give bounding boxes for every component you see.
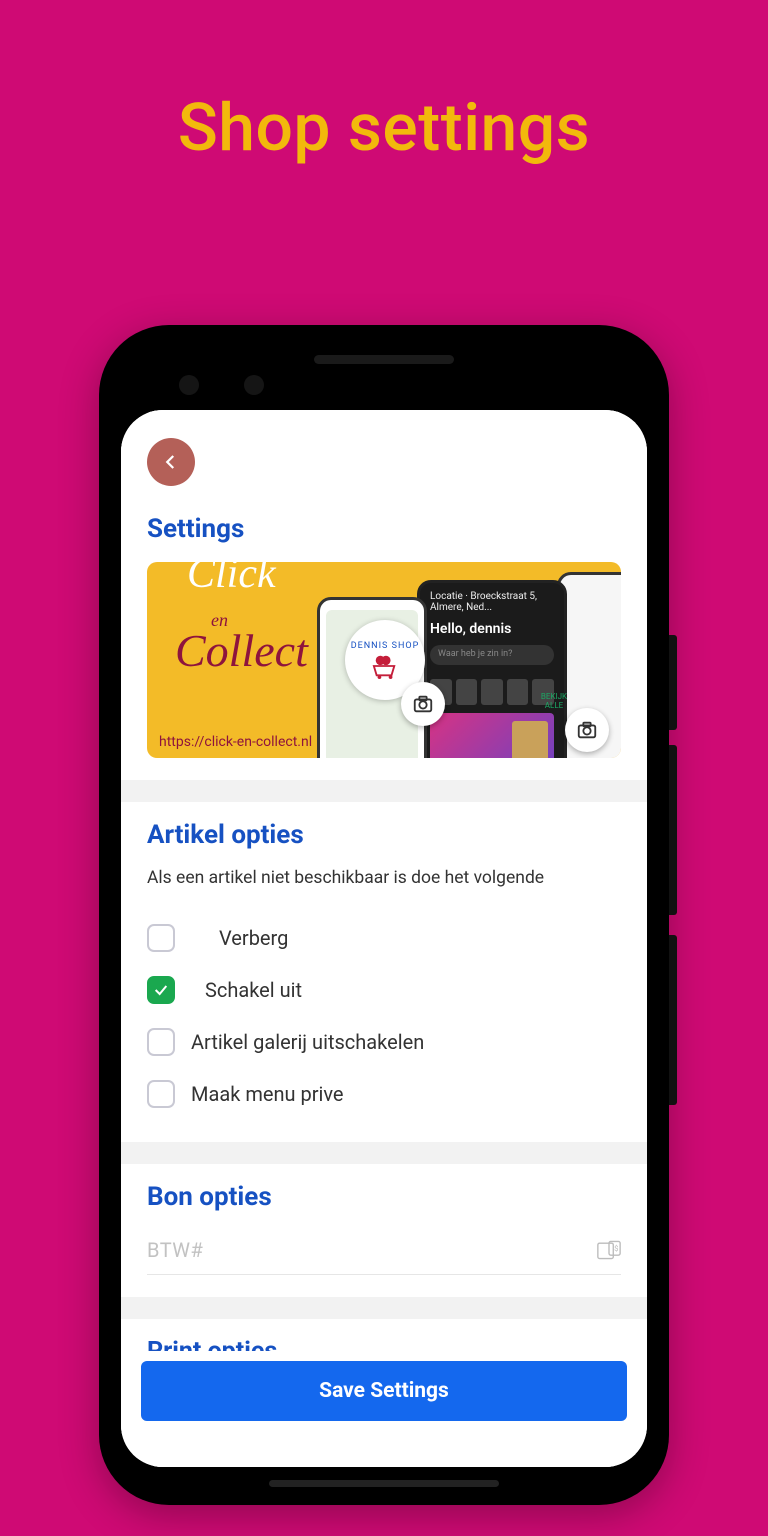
banner-url: https://click-en-collect.nl bbox=[159, 734, 312, 750]
shop-logo-text: DENNIS SHOP bbox=[351, 641, 420, 651]
banner-word-click: Click bbox=[187, 562, 276, 598]
checkbox[interactable] bbox=[147, 1028, 175, 1056]
option-label: Artikel galerij uitschakelen bbox=[191, 1030, 424, 1054]
phone-screen: Settings Click en Collect https://click-… bbox=[121, 410, 647, 1467]
page-title: Shop settings bbox=[0, 0, 768, 167]
btw-placeholder: BTW# bbox=[147, 1238, 597, 1262]
bon-opties-heading: Bon opties bbox=[147, 1182, 621, 1212]
camera-icon bbox=[576, 719, 598, 741]
phone-side-button bbox=[669, 745, 677, 915]
shopping-cart-icon bbox=[370, 653, 400, 679]
checkbox[interactable] bbox=[147, 924, 175, 952]
change-banner-button[interactable] bbox=[565, 708, 609, 752]
scroll-content[interactable]: Settings Click en Collect https://click-… bbox=[121, 410, 647, 1467]
option-menu-prive[interactable]: Maak menu prive bbox=[147, 1068, 621, 1120]
option-verberg[interactable]: Verberg bbox=[147, 912, 621, 964]
mock-hello-text: Hello, dennis bbox=[420, 621, 564, 637]
phone-camera bbox=[179, 375, 199, 395]
back-button[interactable] bbox=[147, 438, 195, 486]
shop-banner[interactable]: Click en Collect https://click-en-collec… bbox=[147, 562, 621, 758]
check-icon bbox=[153, 982, 169, 998]
settings-header-card: Settings Click en Collect https://click-… bbox=[121, 410, 647, 780]
artikel-opties-heading: Artikel opties bbox=[147, 820, 621, 850]
phone-side-button bbox=[669, 635, 677, 730]
option-label: Verberg bbox=[219, 926, 288, 950]
option-schakel-uit[interactable]: Schakel uit bbox=[147, 964, 621, 1016]
save-settings-button[interactable]: Save Settings bbox=[141, 1361, 627, 1421]
option-galerij-uitschakelen[interactable]: Artikel galerij uitschakelen bbox=[147, 1016, 621, 1068]
mock-phone-center: Locatie · Broeckstraat 5, Almere, Ned...… bbox=[417, 580, 567, 758]
phone-camera bbox=[244, 375, 264, 395]
receipt-icon: $ bbox=[597, 1240, 621, 1260]
option-label: Schakel uit bbox=[205, 978, 302, 1002]
mock-location-bar: Locatie · Broeckstraat 5, Almere, Ned... bbox=[420, 583, 564, 621]
change-logo-button[interactable] bbox=[401, 682, 445, 726]
phone-side-button bbox=[669, 935, 677, 1105]
save-bar: Save Settings bbox=[121, 1351, 647, 1467]
artikel-opties-subtext: Als een artikel niet beschikbaar is doe … bbox=[147, 868, 621, 888]
chevron-left-icon bbox=[162, 453, 180, 471]
svg-text:$: $ bbox=[614, 1244, 618, 1253]
checkbox-checked[interactable] bbox=[147, 976, 175, 1004]
phone-home-indicator bbox=[269, 1480, 499, 1487]
option-label: Maak menu prive bbox=[191, 1082, 344, 1106]
btw-input[interactable]: BTW# $ bbox=[147, 1230, 621, 1275]
phone-frame: Settings Click en Collect https://click-… bbox=[99, 325, 669, 1505]
next-section-heading: Print opties bbox=[147, 1337, 621, 1351]
banner-word-collect: Collect bbox=[175, 624, 308, 677]
artikel-opties-card: Artikel opties Als een artikel niet besc… bbox=[121, 802, 647, 1142]
checkbox[interactable] bbox=[147, 1080, 175, 1108]
settings-heading: Settings bbox=[147, 514, 621, 544]
mock-feature-tile bbox=[430, 713, 554, 758]
next-section-peek: Print opties bbox=[121, 1319, 647, 1351]
mock-cta: BEKIJKALLE bbox=[534, 693, 574, 711]
bon-opties-card: Bon opties BTW# $ bbox=[121, 1164, 647, 1297]
mock-search-bar: Waar heb je zin in? bbox=[430, 645, 554, 665]
phone-speaker bbox=[314, 355, 454, 364]
camera-icon bbox=[412, 693, 434, 715]
